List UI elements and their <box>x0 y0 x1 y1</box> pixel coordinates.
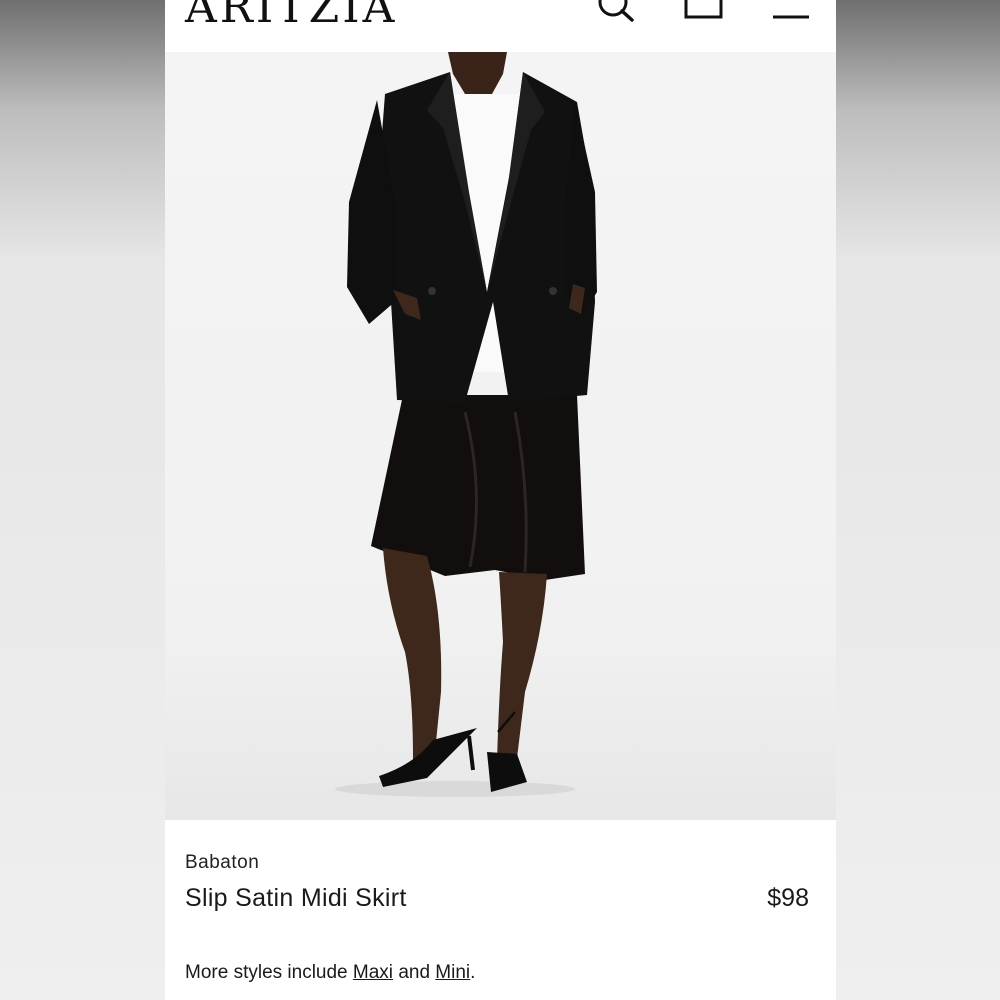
more-styles-suffix: . <box>470 962 476 983</box>
brand-logo[interactable]: ARITZIA <box>185 0 397 30</box>
site-header: ARITZIA <box>165 0 836 52</box>
mini-link[interactable]: Mini <box>435 962 470 983</box>
background-right <box>836 0 1000 1000</box>
product-brand[interactable]: Babaton <box>185 852 259 874</box>
app-panel: ARITZIA Babaton Slip Satin Midi Skirt $9… <box>165 0 836 1000</box>
more-styles-text: More styles include Maxi and Mini. <box>185 962 475 984</box>
product-price: $98 <box>767 884 809 912</box>
more-styles-middle: and <box>398 962 431 983</box>
menu-icon[interactable] <box>771 0 815 30</box>
search-icon[interactable] <box>595 0 639 30</box>
background-left <box>0 0 165 1000</box>
more-styles-prefix: More styles include <box>185 962 348 983</box>
product-image[interactable] <box>165 52 836 820</box>
product-name[interactable]: Slip Satin Midi Skirt <box>185 884 407 913</box>
bag-icon[interactable] <box>683 0 727 30</box>
model-illustration <box>335 52 597 797</box>
product-info: Babaton Slip Satin Midi Skirt $98 More s… <box>165 820 836 1000</box>
maxi-link[interactable]: Maxi <box>353 962 393 983</box>
